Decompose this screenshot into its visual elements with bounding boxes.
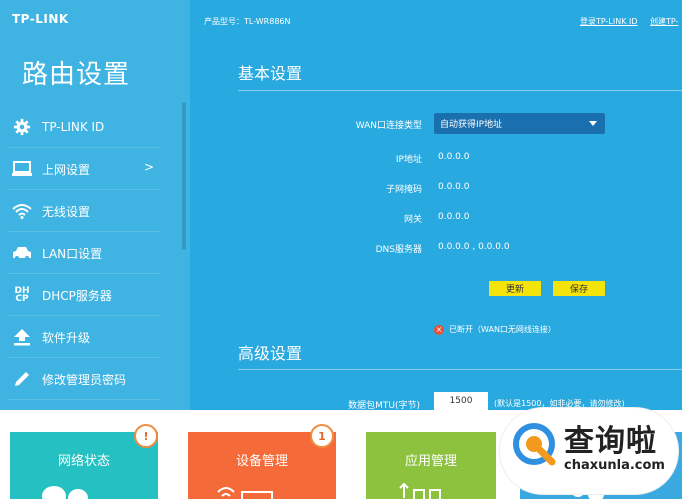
sidebar-item-wireless[interactable]: 无线设置 bbox=[8, 191, 160, 232]
section-divider bbox=[238, 369, 682, 370]
sidebar-item-dhcp[interactable]: DH CP DHCP服务器 bbox=[8, 275, 160, 316]
sidebar-item-label: LAN口设置 bbox=[42, 246, 103, 261]
gateway-label: 网关 bbox=[403, 215, 422, 225]
apps-icon bbox=[399, 482, 441, 499]
dns-label: DNS服务器 bbox=[375, 245, 422, 255]
notification-badge: 1 bbox=[310, 424, 334, 448]
sidebar-item-label: 修改管理员密码 bbox=[42, 372, 127, 387]
tile-label: 设备管理 bbox=[235, 454, 288, 469]
connection-status-text: 已断开（WAN口无网线连接） bbox=[449, 325, 556, 334]
connection-status: × 已断开（WAN口无网线连接） bbox=[434, 324, 556, 335]
product-model: 产品型号：TL-WR886N bbox=[204, 17, 291, 26]
section-divider bbox=[238, 90, 682, 91]
refresh-button[interactable]: 更新 bbox=[489, 281, 541, 296]
sidebar-item-label: DHCP服务器 bbox=[42, 288, 112, 303]
wan-type-select[interactable]: 自动获得IP地址 bbox=[434, 113, 605, 134]
sidebar-scrollbar[interactable] bbox=[182, 102, 186, 250]
sidebar-item-internet[interactable]: 上网设置 > bbox=[8, 149, 160, 190]
wifi-icon bbox=[10, 199, 34, 223]
dns-value: 0.0.0.0 , 0.0.0.0 bbox=[438, 242, 510, 252]
ip-label: IP地址 bbox=[395, 155, 422, 165]
sidebar-item-admin-password[interactable]: 修改管理员密码 bbox=[8, 359, 160, 400]
watermark: 查询啦 chaxunla.com bbox=[500, 408, 678, 494]
create-tplink-id-link[interactable]: 创建TP- bbox=[650, 16, 678, 27]
sidebar: TP-LINK 路由设置 TP-LINK ID 上网设置 > 无线设置 LAN口… bbox=[0, 0, 190, 410]
router-admin-app: TP-LINK 路由设置 TP-LINK ID 上网设置 > 无线设置 LAN口… bbox=[0, 0, 682, 499]
ip-value: 0.0.0.0 bbox=[438, 152, 470, 162]
upload-icon bbox=[10, 325, 34, 349]
alert-badge-icon: ! bbox=[134, 424, 158, 448]
wan-type-label: WAN口连接类型 bbox=[355, 121, 422, 131]
tile-label: 网络状态 bbox=[57, 454, 110, 469]
tile-app-management[interactable]: 应用管理 bbox=[366, 432, 496, 499]
watermark-url: chaxunla.com bbox=[564, 458, 665, 473]
save-button[interactable]: 保存 bbox=[553, 281, 605, 296]
monitor-icon bbox=[10, 157, 34, 181]
sidebar-item-lan[interactable]: LAN口设置 bbox=[8, 233, 160, 274]
pencil-icon bbox=[10, 367, 34, 391]
search-logo-icon bbox=[513, 423, 556, 466]
sidebar-item-label: TP-LINK ID bbox=[42, 120, 105, 134]
wan-type-value: 自动获得IP地址 bbox=[440, 120, 503, 130]
main-panel: 产品型号：TL-WR886N 登录TP-LINK ID 创建TP- 基本设置 W… bbox=[190, 0, 682, 411]
chat-bubble-icon bbox=[42, 486, 88, 499]
chevron-right-icon: > bbox=[143, 160, 154, 174]
caret-down-icon bbox=[589, 121, 597, 126]
error-icon: × bbox=[434, 324, 444, 335]
basic-settings-title: 基本设置 bbox=[238, 64, 303, 83]
advanced-settings-title: 高级设置 bbox=[238, 344, 303, 363]
mtu-input[interactable] bbox=[434, 392, 488, 410]
sidebar-item-label: 软件升级 bbox=[42, 330, 91, 345]
dhcp-icon: DH CP bbox=[14, 286, 30, 304]
car-icon bbox=[10, 241, 34, 265]
sidebar-item-label: 无线设置 bbox=[42, 204, 91, 219]
sidebar-item-tplink-id[interactable]: TP-LINK ID bbox=[8, 107, 160, 148]
gear-icon bbox=[10, 115, 34, 139]
subnet-mask-label: 子网掩码 bbox=[385, 185, 422, 195]
subnet-mask-value: 0.0.0.0 bbox=[438, 182, 470, 192]
login-tplink-id-link[interactable]: 登录TP-LINK ID bbox=[580, 16, 638, 27]
gateway-value: 0.0.0.0 bbox=[438, 212, 470, 222]
sidebar-item-label: 上网设置 bbox=[42, 162, 91, 177]
sidebar-item-upgrade[interactable]: 软件升级 bbox=[8, 317, 160, 358]
brand-logo: TP-LINK bbox=[12, 12, 69, 26]
wifi-device-icon bbox=[217, 487, 273, 499]
watermark-text: 查询啦 bbox=[564, 424, 657, 459]
top-bar: 产品型号：TL-WR886N 登录TP-LINK ID 创建TP- bbox=[190, 0, 682, 44]
tile-label: 应用管理 bbox=[404, 454, 457, 469]
sidebar-title: 路由设置 bbox=[22, 60, 131, 90]
